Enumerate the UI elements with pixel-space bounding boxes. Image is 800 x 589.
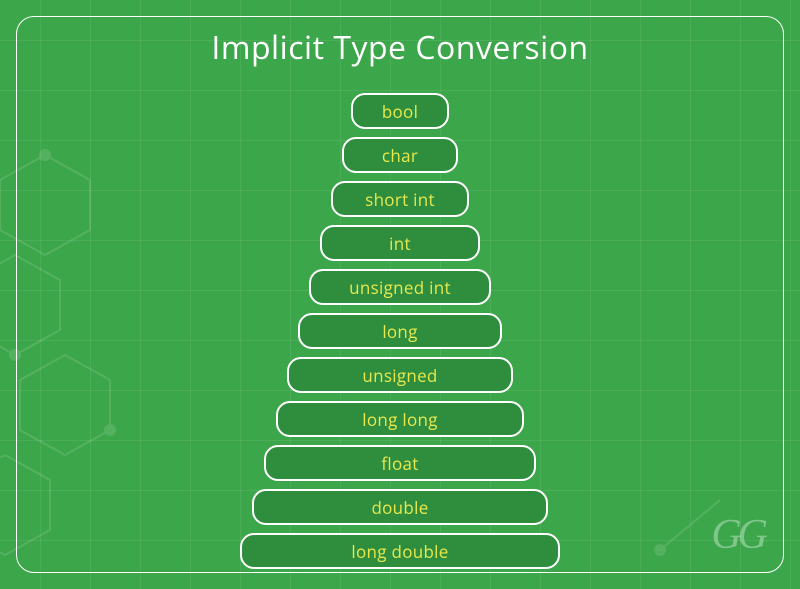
type-box-long-long: long long [276, 401, 524, 437]
type-box-bool: bool [351, 93, 449, 129]
type-box-char: char [342, 137, 458, 173]
type-box-long-double: long double [240, 533, 560, 569]
type-box-int: int [320, 225, 480, 261]
type-box-unsigned: unsigned [287, 357, 513, 393]
type-box-long: long [298, 313, 502, 349]
type-pyramid: bool char short int int unsigned int long unsi… [240, 93, 560, 569]
type-box-float: float [264, 445, 536, 481]
logo-watermark: GG [711, 511, 764, 559]
content-container: Implicit Type Conversion bool char short i… [0, 0, 800, 589]
type-box-double: double [252, 489, 548, 525]
type-box-short-int: short int [331, 181, 469, 217]
diagram-title: Implicit Type Conversion [211, 26, 588, 69]
type-box-unsigned-int: unsigned int [309, 269, 491, 305]
